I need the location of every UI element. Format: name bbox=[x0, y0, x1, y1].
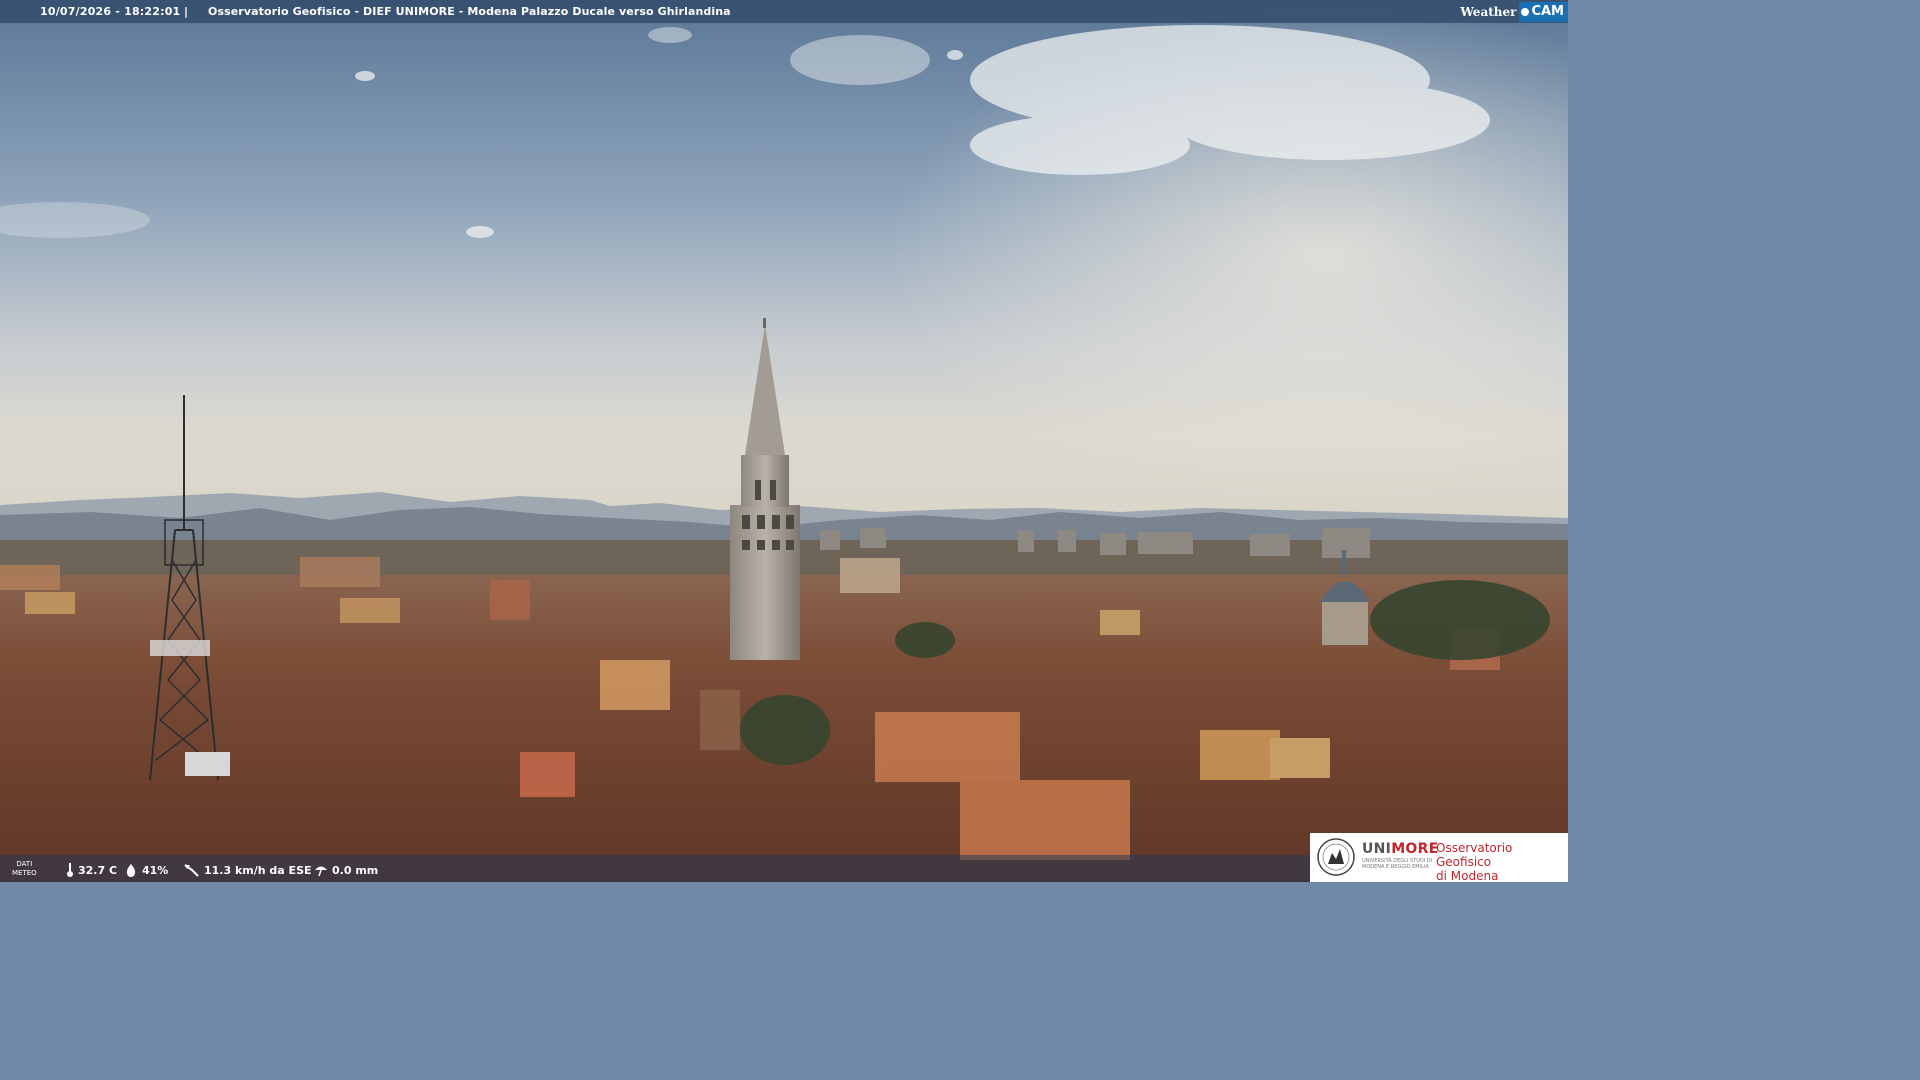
observatory-name: Osservatorio Geofisico di Modena bbox=[1436, 841, 1513, 882]
weather-data-bar: DATI METEO 32.7 C 41% 11.3 km/h da ESE 0… bbox=[0, 855, 1310, 882]
info-bar: 10/07/2026 - 18:22:01 | Osservatorio Geo… bbox=[0, 0, 1568, 23]
brand-weather-text: Weather bbox=[1460, 4, 1517, 19]
temperature-reading: 32.7 C bbox=[66, 863, 117, 877]
camera-title: Osservatorio Geofisico - DIEF UNIMORE - … bbox=[208, 5, 731, 18]
unimore-seal-icon bbox=[1317, 838, 1355, 876]
thermometer-icon bbox=[67, 863, 73, 877]
city-panorama bbox=[0, 0, 1568, 882]
lens-icon bbox=[1521, 7, 1530, 16]
droplet-icon bbox=[126, 864, 136, 877]
umbrella-icon bbox=[315, 866, 327, 877]
unimore-logo-panel: UNIMORE UNIVERSITÀ DEGLI STUDI DI MODENA… bbox=[1310, 833, 1568, 882]
wind-vane-icon bbox=[184, 864, 199, 877]
humidity-reading: 41% bbox=[124, 863, 168, 877]
unimore-wordmark: UNIMORE bbox=[1362, 841, 1439, 857]
dati-meteo-label: DATI METEO bbox=[12, 860, 37, 877]
separator: | bbox=[184, 5, 189, 18]
webcam-frame: 10/07/2026 - 18:22:01 | Osservatorio Geo… bbox=[0, 0, 1568, 882]
brand-cam-text: CAM bbox=[1531, 4, 1564, 19]
weathercam-logo: Weather CAM bbox=[1460, 0, 1568, 23]
university-name: UNIVERSITÀ DEGLI STUDI DI MODENA E REGGI… bbox=[1362, 858, 1433, 870]
wind-reading: 11.3 km/h da ESE bbox=[184, 863, 312, 877]
rain-reading: 0.0 mm bbox=[314, 863, 378, 877]
timestamp: 10/07/2026 - 18:22:01 bbox=[40, 5, 181, 18]
brand-cam-badge: CAM bbox=[1519, 1, 1568, 22]
